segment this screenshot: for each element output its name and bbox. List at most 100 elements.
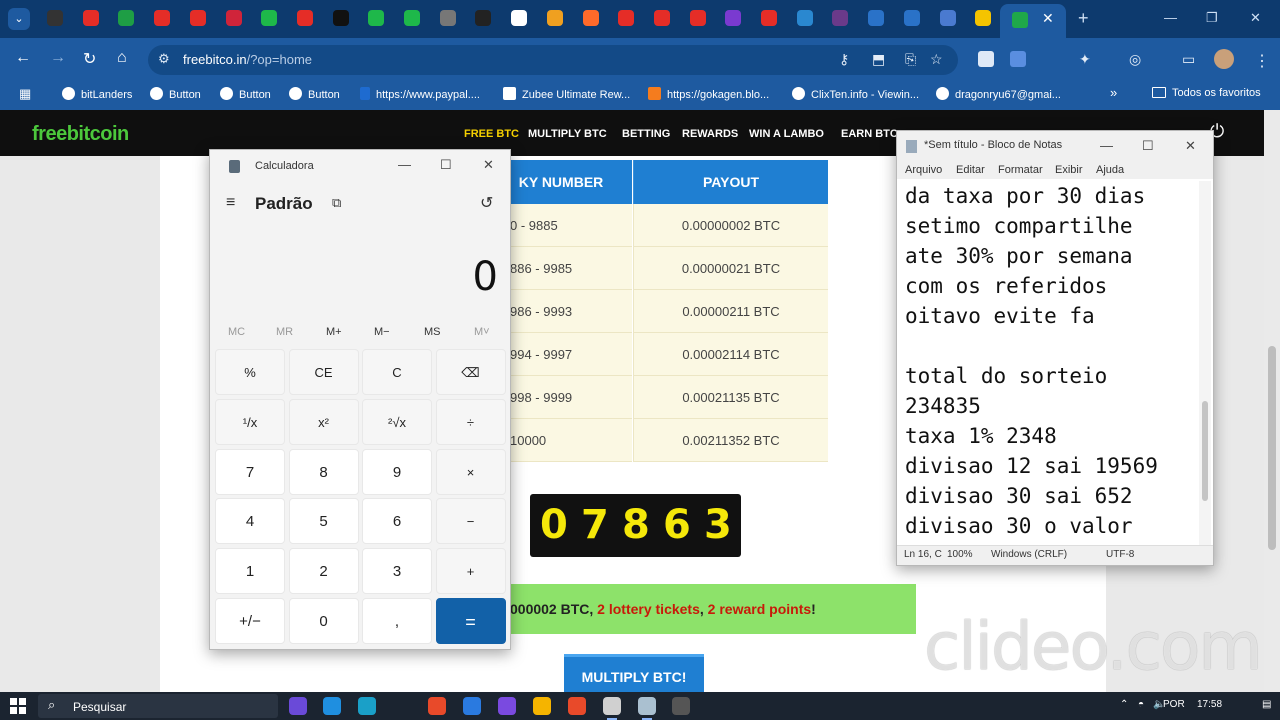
add-button[interactable]: + [435, 548, 506, 595]
taskbar-app-icon[interactable] [463, 697, 481, 715]
keyboard-language[interactable]: POR [1163, 699, 1185, 710]
keep-on-top-icon[interactable]: ⧉ [332, 195, 341, 211]
taskbar-app-icon[interactable] [638, 697, 656, 720]
digit-4-button[interactable]: 4 [215, 498, 285, 545]
digit-6-button[interactable]: 6 [362, 498, 432, 545]
network-icon[interactable]: ◓ [1138, 699, 1144, 710]
notepad-minimize-icon[interactable]: — [1100, 138, 1113, 153]
notepad-scroll-thumb[interactable] [1202, 401, 1208, 501]
site-info-icon[interactable]: ⚙ [158, 51, 170, 67]
close-window-icon[interactable]: ✕ [1250, 10, 1261, 26]
decimal-button[interactable]: , [362, 598, 432, 644]
negate-button[interactable]: +/− [215, 598, 285, 644]
minimize-window-icon[interactable]: — [1164, 10, 1177, 25]
taskbar-app-icon[interactable] [498, 697, 516, 715]
browser-tab[interactable] [965, 0, 1001, 38]
browser-tab[interactable] [144, 0, 180, 38]
browser-tab[interactable] [501, 0, 537, 38]
nav-betting[interactable]: BETTING [622, 128, 670, 140]
menu-editar[interactable]: Editar [956, 164, 985, 176]
install-app-icon[interactable]: ⬒ [872, 51, 885, 68]
browser-tab[interactable] [394, 0, 430, 38]
apps-grid-icon[interactable]: ▦ [19, 86, 31, 102]
bookmark-gokagen[interactable]: https://gokagen.blo... [648, 87, 769, 101]
menu-ajuda[interactable]: Ajuda [1096, 164, 1124, 176]
memory-button[interactable]: M˅ [474, 326, 490, 338]
calc-maximize-icon[interactable]: ☐ [440, 157, 452, 173]
menu-exibir[interactable]: Exibir [1055, 164, 1083, 176]
bookmark-button-1[interactable]: Button [150, 87, 201, 101]
square-root-button[interactable]: ²√x [362, 398, 432, 445]
multiply-btc-button[interactable]: MULTIPLY BTC! [564, 654, 704, 692]
browser-tab[interactable] [680, 0, 716, 38]
browser-tab[interactable] [180, 0, 216, 38]
bookmark-star-icon[interactable]: ☆ [930, 51, 943, 68]
nav-free-btc[interactable]: FREE BTC [464, 128, 519, 140]
memory-button[interactable]: MR [276, 326, 293, 338]
bookmark-paypal[interactable]: https://www.paypal.... [360, 87, 480, 101]
clear-entry-button[interactable]: CE [288, 349, 359, 395]
bookmark-all-favorites[interactable]: Todos os favoritos [1152, 87, 1261, 99]
tab-search-chevron-icon[interactable]: ⌄ [8, 8, 30, 30]
forward-icon[interactable]: → [50, 49, 66, 67]
bookmark-clixten[interactable]: ClixTen.info - Viewin... [792, 87, 919, 101]
browser-tab[interactable] [216, 0, 252, 38]
browser-tab[interactable] [537, 0, 573, 38]
home-icon[interactable]: ⌂ [117, 49, 127, 67]
subtract-button[interactable]: − [435, 498, 506, 545]
notifications-icon[interactable]: ▤ [1262, 699, 1271, 710]
multiply-button[interactable]: × [435, 448, 506, 495]
page-scrollbar[interactable] [1264, 110, 1280, 692]
taskbar-app-icon[interactable] [603, 697, 621, 720]
browser-tab[interactable] [573, 0, 609, 38]
page-scroll-thumb[interactable] [1268, 346, 1276, 550]
browser-tab[interactable] [73, 0, 109, 38]
url-text[interactable]: freebitco.in/?op=home [183, 52, 312, 67]
calculator-titlebar[interactable]: Calculadora — ☐ ✕ [210, 150, 510, 182]
nav-win-a-lambo[interactable]: WIN A LAMBO [749, 128, 824, 140]
browser-menu-icon[interactable]: ⋮ [1254, 51, 1270, 71]
taskbar-search-box[interactable]: ⌕ Pesquisar [38, 694, 278, 718]
browser-tab[interactable] [644, 0, 680, 38]
extensions-puzzle-icon[interactable]: ✦ [1079, 51, 1091, 68]
bookmark-bitlanders[interactable]: bitLanders [62, 87, 132, 101]
taskbar-app-icon[interactable] [358, 697, 376, 715]
memory-button[interactable]: M+ [326, 326, 342, 338]
bookmark-button-3[interactable]: Button [289, 87, 340, 101]
notepad-maximize-icon[interactable]: ☐ [1142, 138, 1154, 154]
browser-tab[interactable] [930, 0, 966, 38]
new-tab-icon[interactable]: + [1078, 8, 1089, 29]
taskbar-app-icon[interactable] [428, 697, 446, 715]
browser-tab[interactable] [715, 0, 751, 38]
calc-hamburger-menu-icon[interactable]: ≡ [226, 194, 235, 212]
digit-5-button[interactable]: 5 [288, 498, 359, 545]
extension-2-icon[interactable] [1010, 51, 1026, 67]
history-icon[interactable]: ↺ [480, 193, 493, 213]
digit-0-button[interactable]: 0 [288, 598, 359, 644]
bookmarks-overflow-button[interactable]: » [1110, 85, 1117, 100]
percent-button[interactable]: % [215, 349, 285, 395]
taskbar-app-icon[interactable] [672, 697, 690, 715]
share-icon[interactable]: ⎘ [905, 51, 916, 68]
reciprocal-button[interactable]: ¹/x [215, 398, 285, 445]
browser-tab[interactable] [323, 0, 359, 38]
browser-tab[interactable] [430, 0, 466, 38]
browser-tab[interactable] [465, 0, 501, 38]
browser-tab[interactable] [822, 0, 858, 38]
bookmark-zubee[interactable]: Zubee Ultimate Rew... [503, 87, 630, 101]
browser-tab[interactable] [287, 0, 323, 38]
calc-minimize-icon[interactable]: — [398, 157, 411, 172]
digit-2-button[interactable]: 2 [288, 548, 359, 595]
reload-icon[interactable]: ↻ [83, 49, 96, 69]
equals-button[interactable]: = [435, 598, 506, 644]
memory-button[interactable]: MS [424, 326, 441, 338]
memory-button[interactable]: M− [374, 326, 390, 338]
browser-tab[interactable] [894, 0, 930, 38]
nav-rewards[interactable]: REWARDS [682, 128, 738, 140]
browser-tab[interactable] [858, 0, 894, 38]
notepad-close-icon[interactable]: ✕ [1185, 138, 1196, 154]
taskbar-app-icon[interactable] [568, 697, 586, 715]
square-button[interactable]: x² [288, 398, 359, 445]
close-tab-icon[interactable]: ✕ [1042, 10, 1054, 27]
bookmark-gmail[interactable]: dragonryu67@gmai... [936, 87, 1061, 101]
